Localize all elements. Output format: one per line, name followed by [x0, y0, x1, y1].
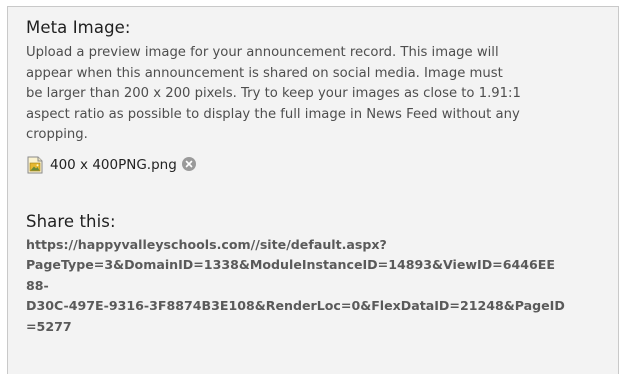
share-url[interactable]: https://happyvalleyschools.com//site/def… [26, 235, 604, 338]
meta-panel: Meta Image: Upload a preview image for y… [7, 6, 619, 374]
remove-circle-icon[interactable] [181, 156, 196, 171]
share-section: Share this: https://happyvalleyschools.c… [26, 211, 604, 338]
meta-image-heading: Meta Image: [26, 18, 131, 37]
uploaded-file: 400 x 400PNG.png [26, 152, 604, 178]
meta-image-description: Upload a preview image for your announce… [26, 45, 521, 142]
share-heading: Share this: [26, 211, 116, 231]
uploaded-file-name: 400 x 400PNG.png [50, 156, 177, 173]
image-file-icon [26, 156, 44, 174]
